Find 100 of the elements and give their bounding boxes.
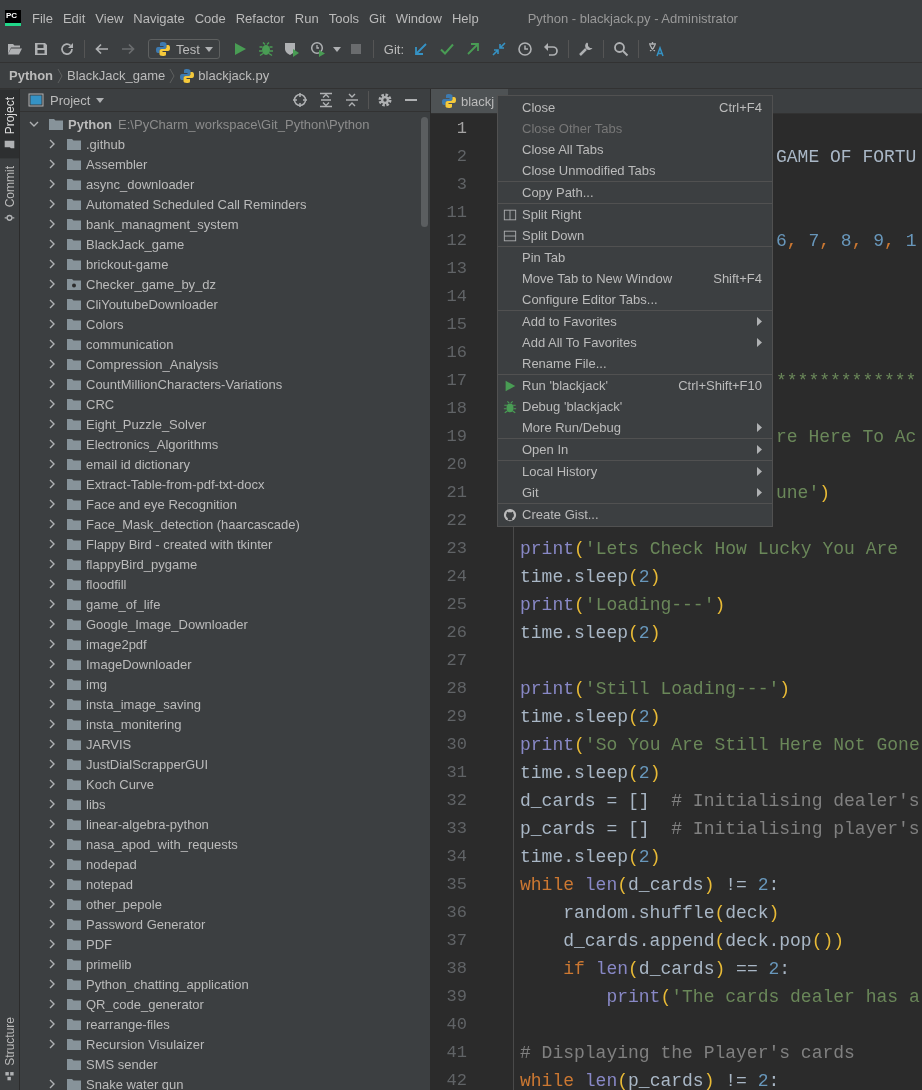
chevron-right-icon[interactable] <box>47 139 57 149</box>
chevron-right-icon[interactable] <box>47 899 57 909</box>
expand-all-icon[interactable] <box>318 92 334 108</box>
tree-item[interactable]: nasa_apod_with_requests <box>86 836 238 852</box>
chevron-right-icon[interactable] <box>47 639 57 649</box>
menu-item[interactable]: File <box>27 10 58 26</box>
menu-item[interactable]: Copy Path... <box>498 182 772 203</box>
tree-item[interactable]: Extract-Table-from-pdf-txt-docx <box>86 476 265 492</box>
menu-item[interactable]: Refactor <box>230 10 290 26</box>
menu-item[interactable]: Git <box>364 10 391 26</box>
chevron-right-icon[interactable] <box>47 859 57 869</box>
locate-icon[interactable] <box>292 92 308 108</box>
chevron-right-icon[interactable] <box>47 759 57 769</box>
chevron-right-icon[interactable] <box>47 619 57 629</box>
tree-item[interactable]: PDF <box>86 936 112 952</box>
tree-item[interactable]: linear-algebra-python <box>86 816 209 832</box>
tree-item[interactable]: email id dictionary <box>86 456 191 472</box>
tree-item[interactable]: rearrange-files <box>86 1016 170 1032</box>
tree-item[interactable]: Checker_game_by_dz <box>86 276 217 292</box>
chevron-right-icon[interactable] <box>47 439 57 449</box>
menu-item[interactable]: View <box>90 10 129 26</box>
tool-window-tab[interactable]: Project <box>0 89 19 159</box>
chevron-right-icon[interactable] <box>47 219 57 229</box>
chevron-right-icon[interactable] <box>47 559 57 569</box>
tree-item[interactable]: Eight_Puzzle_Solver <box>86 416 206 432</box>
tree-item[interactable]: Python_chatting_application <box>86 976 249 992</box>
chevron-right-icon[interactable] <box>47 579 57 589</box>
breadcrumb-item[interactable]: BlackJack_game <box>67 68 166 83</box>
chevron-right-icon[interactable] <box>47 799 57 809</box>
chevron-right-icon[interactable] <box>47 1019 57 1029</box>
menu-item[interactable]: Navigate <box>128 10 190 26</box>
chevron-right-icon[interactable] <box>47 339 57 349</box>
tree-item[interactable]: img <box>86 676 107 692</box>
project-root[interactable]: Python <box>68 116 113 132</box>
menu-item[interactable]: Help <box>446 10 484 26</box>
chevron-right-icon[interactable] <box>47 179 57 189</box>
chevron-right-icon[interactable] <box>47 239 57 249</box>
tree-item[interactable]: nodepad <box>86 856 137 872</box>
chevron-right-icon[interactable] <box>47 919 57 929</box>
menu-item[interactable]: Tools <box>323 10 365 26</box>
tree-item[interactable]: image2pdf <box>86 636 147 652</box>
chevron-right-icon[interactable] <box>47 699 57 709</box>
tree-item[interactable]: brickout-game <box>86 256 169 272</box>
menu-item[interactable]: Edit <box>57 10 91 26</box>
chevron-right-icon[interactable] <box>47 279 57 289</box>
tree-item[interactable]: ImageDownloader <box>86 656 192 672</box>
tree-item[interactable]: Password Generator <box>86 916 206 932</box>
scrollbar-thumb[interactable] <box>421 117 428 227</box>
tree-item[interactable]: Face and eye Recognition <box>86 496 238 512</box>
tree-item[interactable]: libs <box>86 796 106 812</box>
tree-item[interactable]: insta_monitering <box>86 716 182 732</box>
chevron-down-icon[interactable] <box>29 119 39 129</box>
chevron-right-icon[interactable] <box>47 999 57 1009</box>
chevron-right-icon[interactable] <box>47 419 57 429</box>
tree-item[interactable]: Electronics_Algorithms <box>86 436 219 452</box>
tree-item[interactable]: JARVIS <box>86 736 132 752</box>
tree-item[interactable]: Automated Scheduled Call Reminders <box>86 196 307 212</box>
chevron-right-icon[interactable] <box>47 779 57 789</box>
chevron-right-icon[interactable] <box>47 839 57 849</box>
tree-item[interactable]: communication <box>86 336 174 352</box>
chevron-right-icon[interactable] <box>47 399 57 409</box>
chevron-right-icon[interactable] <box>47 659 57 669</box>
tree-item[interactable]: Flappy Bird - created with tkinter <box>86 536 273 552</box>
chevron-right-icon[interactable] <box>47 1039 57 1049</box>
chevron-right-icon[interactable] <box>47 199 57 209</box>
tree-item[interactable]: CliYoutubeDownloader <box>86 296 218 312</box>
chevron-right-icon[interactable] <box>47 959 57 969</box>
chevron-right-icon[interactable] <box>47 499 57 509</box>
settings-icon[interactable] <box>377 92 393 108</box>
chevron-right-icon[interactable] <box>47 879 57 889</box>
tree-item[interactable]: async_downloader <box>86 176 195 192</box>
chevron-right-icon[interactable] <box>47 379 57 389</box>
tree-item[interactable]: CountMillionCharacters-Variations <box>86 376 283 392</box>
chevron-right-icon[interactable] <box>47 359 57 369</box>
chevron-right-icon[interactable] <box>47 719 57 729</box>
tree-item[interactable]: insta_image_saving <box>86 696 201 712</box>
tree-item[interactable]: Google_Image_Downloader <box>86 616 248 632</box>
tree-item[interactable]: flappyBird_pygame <box>86 556 198 572</box>
chevron-right-icon[interactable] <box>47 159 57 169</box>
breadcrumb-item[interactable]: blackjack.py <box>179 67 270 84</box>
tree-item[interactable]: Assembler <box>86 156 148 172</box>
chevron-right-icon[interactable] <box>47 319 57 329</box>
breadcrumb-item[interactable]: Python <box>9 68 54 83</box>
chevron-right-icon[interactable] <box>47 519 57 529</box>
chevron-right-icon[interactable] <box>47 599 57 609</box>
tool-window-tab[interactable]: Commit <box>0 158 19 232</box>
chevron-right-icon[interactable] <box>47 479 57 489</box>
tree-item[interactable]: CRC <box>86 396 115 412</box>
menu-item[interactable]: Open In <box>498 439 772 460</box>
chevron-right-icon[interactable] <box>47 459 57 469</box>
view-selector[interactable]: Project <box>28 92 105 108</box>
tree-item[interactable]: QR_code_generator <box>86 996 204 1012</box>
tree-item[interactable]: floodfill <box>86 576 127 592</box>
run-config-dropdown[interactable]: Test <box>148 39 220 59</box>
chevron-right-icon[interactable] <box>47 539 57 549</box>
chevron-right-icon[interactable] <box>47 939 57 949</box>
tree-item[interactable]: bank_managment_system <box>86 216 239 232</box>
tree-item[interactable]: primelib <box>86 956 132 972</box>
menu-item[interactable]: Code <box>189 10 231 26</box>
tool-window-tab[interactable]: Structure <box>0 1009 19 1090</box>
